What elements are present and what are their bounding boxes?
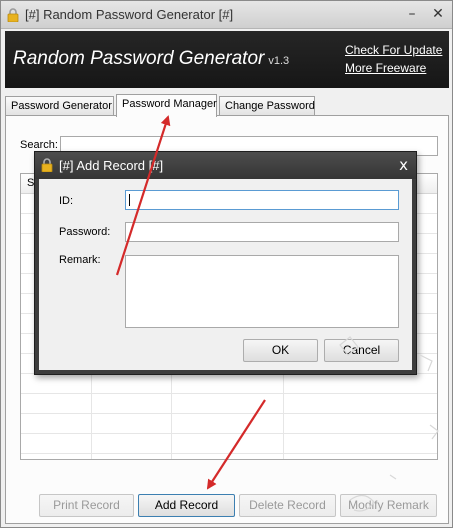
- dialog-title-bar: [#] Add Record [#] x: [35, 152, 416, 179]
- delete-record-button[interactable]: Delete Record: [239, 494, 336, 517]
- remark-field[interactable]: [125, 255, 399, 328]
- banner-title: Random Password Generator v1.3: [13, 48, 289, 70]
- tab-password-generator[interactable]: Password Generator: [5, 96, 114, 116]
- remark-label: Remark:: [59, 254, 101, 266]
- text-caret: [129, 194, 130, 206]
- lock-icon: [41, 158, 53, 172]
- minimize-button[interactable]: –: [403, 6, 421, 22]
- tab-password-manager[interactable]: Password Manager: [116, 94, 217, 117]
- check-for-update-link[interactable]: Check For Update: [345, 43, 442, 57]
- app-banner: Random Password Generator v1.3 Check For …: [5, 31, 449, 88]
- title-bar: [#] Random Password Generator [#] – ✕: [1, 1, 452, 29]
- lock-icon: [7, 8, 19, 22]
- app-version: v1.3: [268, 55, 290, 67]
- add-record-button[interactable]: Add Record: [138, 494, 235, 517]
- search-label: Search:: [20, 139, 58, 151]
- id-label: ID:: [59, 195, 74, 207]
- id-field[interactable]: [125, 190, 399, 210]
- more-freeware-link[interactable]: More Freeware: [345, 61, 426, 75]
- window-title: [#] Random Password Generator [#]: [25, 7, 234, 22]
- tab-change-password[interactable]: Change Password: [219, 96, 315, 116]
- dialog-close-button[interactable]: x: [399, 156, 408, 174]
- password-field[interactable]: [125, 222, 399, 242]
- close-button[interactable]: ✕: [429, 6, 447, 22]
- watermark-graphic: [339, 336, 439, 512]
- password-label: Password:: [59, 226, 111, 238]
- print-record-button[interactable]: Print Record: [39, 494, 134, 517]
- ok-button[interactable]: OK: [243, 339, 318, 362]
- dialog-title: [#] Add Record [#]: [59, 158, 164, 173]
- app-name: Random Password Generator: [13, 48, 265, 69]
